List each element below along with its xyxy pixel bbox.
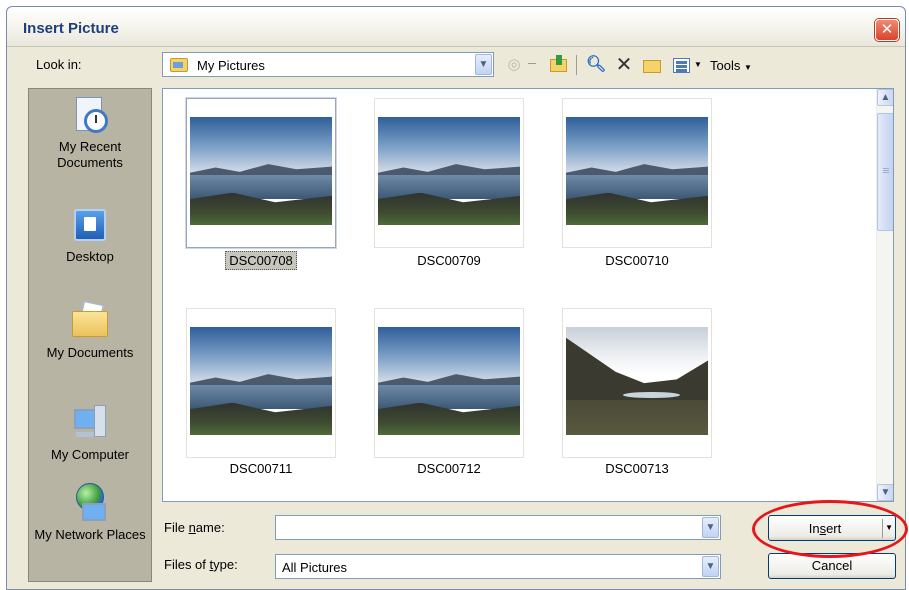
toolbar-separator — [528, 63, 536, 64]
look-in-value: My Pictures — [197, 58, 265, 73]
look-in-dropdown[interactable]: My Pictures ▼ — [162, 52, 494, 77]
place-my-computer[interactable]: My Computer — [29, 403, 151, 463]
scrollbar-thumb[interactable] — [877, 113, 893, 231]
vertical-scrollbar[interactable]: ▲ ▼ — [876, 89, 893, 501]
views-dropdown-arrow-icon[interactable]: ▼ — [694, 60, 702, 69]
photo-thumbnail-image — [566, 117, 708, 225]
file-thumbnail[interactable] — [374, 98, 524, 248]
look-in-label: Look in: — [36, 57, 82, 72]
file-caption[interactable]: DSC00712 — [374, 461, 524, 476]
place-label: Desktop — [66, 249, 114, 264]
back-icon[interactable]: ◎ — [504, 55, 524, 75]
insert-options-arrow-icon[interactable]: ▼ — [885, 523, 893, 532]
close-icon: ✕ — [880, 21, 894, 38]
file-thumbnail[interactable] — [562, 98, 712, 248]
title-bar[interactable]: Insert Picture ✕ — [7, 7, 905, 47]
up-one-level-icon[interactable] — [548, 55, 568, 75]
chevron-down-icon[interactable]: ▼ — [702, 556, 719, 577]
place-label: My Network Places — [34, 527, 146, 542]
file-caption[interactable]: DSC00709 — [374, 253, 524, 268]
photo-thumbnail-image — [566, 327, 708, 435]
views-icon[interactable] — [672, 55, 692, 75]
files-of-type-dropdown[interactable]: All Pictures ▼ — [275, 554, 721, 579]
my-computer-icon — [70, 403, 110, 443]
place-my-documents[interactable]: My Documents — [29, 301, 151, 361]
toolbar-separator — [576, 55, 577, 75]
places-bar: My Recent Documents Desktop My Documents… — [28, 88, 152, 582]
place-my-recent-documents[interactable]: My Recent Documents — [29, 95, 151, 171]
file-caption[interactable]: DSC00713 — [562, 461, 712, 476]
tools-menu[interactable]: Tools ▼ — [710, 58, 752, 73]
chevron-down-icon[interactable]: ▼ — [475, 54, 492, 75]
search-web-icon[interactable]: 🔍︎ — [586, 55, 606, 75]
file-name-input[interactable]: ▼ — [275, 515, 721, 540]
recent-documents-icon — [70, 95, 110, 135]
file-caption[interactable]: DSC00708 — [186, 251, 336, 270]
file-list: DSC00708 DSC00709 DSC00710 DSC00711 DSC0… — [162, 88, 894, 502]
split-button-divider — [882, 519, 883, 538]
place-label: My Computer — [50, 447, 130, 462]
file-thumbnail[interactable] — [186, 308, 336, 458]
toolbar: ◎ 🔍︎ ✕ ▼ Tools ▼ — [500, 52, 830, 78]
place-label: My Recent Documents — [57, 139, 123, 170]
file-thumbnail[interactable] — [186, 98, 336, 248]
photo-thumbnail-image — [190, 327, 332, 435]
dialog-title: Insert Picture — [23, 20, 119, 37]
tools-dropdown-arrow-icon: ▼ — [743, 63, 752, 72]
insert-button-label: Insert — [808, 521, 842, 536]
photo-thumbnail-image — [378, 327, 520, 435]
desktop-icon — [70, 205, 110, 245]
new-folder-icon[interactable] — [642, 55, 662, 75]
place-label: My Documents — [46, 345, 134, 360]
network-places-icon — [70, 483, 110, 523]
insert-button[interactable]: Insert ▼ — [768, 515, 896, 541]
cancel-button[interactable]: Cancel — [768, 553, 896, 579]
close-button[interactable]: ✕ — [875, 19, 899, 41]
photo-thumbnail-image — [378, 117, 520, 225]
scroll-up-icon[interactable]: ▲ — [877, 89, 893, 106]
place-my-network-places[interactable]: My Network Places — [29, 483, 151, 543]
place-desktop[interactable]: Desktop — [29, 205, 151, 265]
file-caption[interactable]: DSC00711 — [186, 461, 336, 476]
photo-thumbnail-image — [190, 117, 332, 225]
folder-icon — [170, 58, 188, 72]
files-of-type-value: All Pictures — [282, 560, 348, 575]
file-caption[interactable]: DSC00710 — [562, 253, 712, 268]
files-of-type-label: Files of type: — [164, 557, 238, 572]
scroll-down-icon[interactable]: ▼ — [877, 484, 893, 501]
delete-icon[interactable]: ✕ — [614, 55, 634, 75]
my-documents-icon — [70, 301, 110, 341]
chevron-down-icon[interactable]: ▼ — [702, 517, 719, 538]
file-thumbnail[interactable] — [562, 308, 712, 458]
file-thumbnail[interactable] — [374, 308, 524, 458]
file-name-label: File name: — [164, 520, 225, 535]
